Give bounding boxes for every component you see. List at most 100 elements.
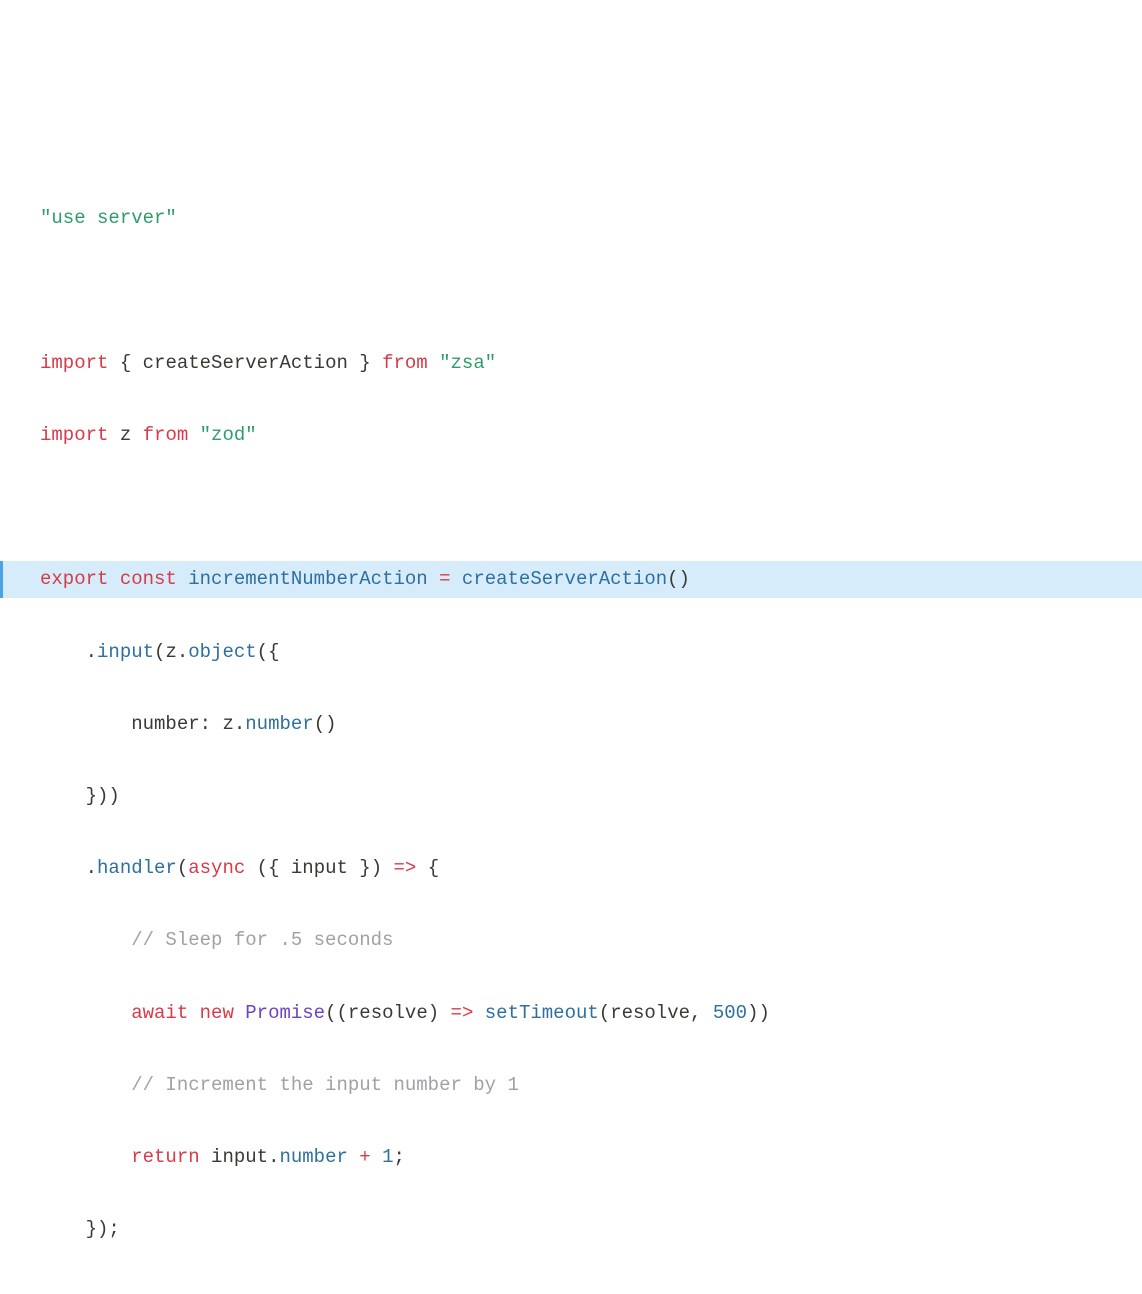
identifier: resolve — [610, 1002, 690, 1024]
space — [131, 424, 142, 446]
punctuation: ( — [154, 641, 165, 663]
space — [428, 568, 439, 590]
keyword-import: import — [40, 424, 108, 446]
method-call: object — [188, 641, 256, 663]
indent — [40, 641, 86, 663]
code-line: await new Promise((resolve) => setTimeou… — [0, 995, 1142, 1031]
keyword-const: const — [120, 568, 177, 590]
code-line: }); — [0, 1211, 1142, 1247]
punctuation: } — [348, 352, 382, 374]
class-name: Promise — [245, 1002, 325, 1024]
punctuation: })) — [86, 785, 120, 807]
comment: // Sleep for .5 seconds — [131, 929, 393, 951]
keyword-await: await — [131, 1002, 188, 1024]
indent — [40, 857, 86, 879]
method-call: number — [245, 713, 313, 735]
string-literal: "zod" — [200, 424, 257, 446]
code-line: .input(z.object({ — [0, 634, 1142, 670]
arrow-operator: => — [451, 1002, 474, 1024]
punctuation: ({ — [257, 857, 291, 879]
space — [177, 568, 188, 590]
number-literal: 500 — [713, 1002, 747, 1024]
space — [108, 424, 119, 446]
punctuation: }) — [348, 857, 394, 879]
punctuation: () — [314, 713, 337, 735]
punctuation: ( — [177, 857, 188, 879]
keyword-from: from — [143, 424, 189, 446]
punctuation: () — [667, 568, 690, 590]
punctuation: }); — [86, 1218, 120, 1240]
code-line: return input.number + 1; — [0, 1139, 1142, 1175]
method-call: handler — [97, 857, 177, 879]
operator: + — [359, 1146, 370, 1168]
punctuation: . — [268, 1146, 279, 1168]
punctuation: ; — [394, 1146, 405, 1168]
code-line: })) — [0, 778, 1142, 814]
number-literal: 1 — [382, 1146, 393, 1168]
operator: = — [439, 568, 450, 590]
keyword-new: new — [200, 1002, 234, 1024]
punctuation: , — [690, 1002, 713, 1024]
definition: incrementNumberAction — [188, 568, 427, 590]
indent — [40, 1218, 86, 1240]
comment: // Increment the input number by 1 — [131, 1074, 519, 1096]
identifier: input — [211, 1146, 268, 1168]
space — [200, 1146, 211, 1168]
punctuation: { — [108, 352, 142, 374]
code-line-empty — [0, 273, 1142, 309]
function-call: setTimeout — [485, 1002, 599, 1024]
punctuation: { — [416, 857, 439, 879]
identifier: input — [291, 857, 348, 879]
code-line: // Increment the input number by 1 — [0, 1067, 1142, 1103]
keyword-async: async — [188, 857, 245, 879]
code-line: // Sleep for .5 seconds — [0, 922, 1142, 958]
punctuation: (( — [325, 1002, 348, 1024]
space — [234, 1002, 245, 1024]
punctuation: . — [177, 641, 188, 663]
keyword-from: from — [382, 352, 428, 374]
code-line-highlighted: export const incrementNumberAction = cre… — [0, 561, 1142, 597]
keyword-import: import — [40, 352, 108, 374]
punctuation: ({ — [257, 641, 280, 663]
code-line: "use server" — [0, 200, 1142, 236]
keyword-export: export — [40, 568, 108, 590]
space — [371, 1146, 382, 1168]
arrow-operator: => — [394, 857, 417, 879]
keyword-return: return — [131, 1146, 199, 1168]
function-call: createServerAction — [462, 568, 667, 590]
identifier: z — [165, 641, 176, 663]
identifier: z — [222, 713, 233, 735]
punctuation: : — [200, 713, 223, 735]
code-line-empty — [0, 489, 1142, 525]
code-line: import z from "zod" — [0, 417, 1142, 453]
property-access: number — [279, 1146, 347, 1168]
punctuation: ( — [599, 1002, 610, 1024]
space — [451, 568, 462, 590]
code-line: import { createServerAction } from "zsa" — [0, 345, 1142, 381]
space — [473, 1002, 484, 1024]
code-line: number: z.number() — [0, 706, 1142, 742]
punctuation: ) — [428, 1002, 451, 1024]
space — [108, 568, 119, 590]
space — [428, 352, 439, 374]
indent — [40, 1074, 131, 1096]
space — [188, 1002, 199, 1024]
code-line: .handler(async ({ input }) => { — [0, 850, 1142, 886]
indent — [40, 1002, 131, 1024]
method-call: input — [97, 641, 154, 663]
identifier: resolve — [348, 1002, 428, 1024]
punctuation: . — [86, 641, 97, 663]
punctuation: )) — [747, 1002, 770, 1024]
code-block: "use server" import { createServerAction… — [0, 164, 1142, 1283]
string-literal: "zsa" — [439, 352, 496, 374]
identifier: z — [120, 424, 131, 446]
space — [245, 857, 256, 879]
indent — [40, 929, 131, 951]
space — [188, 424, 199, 446]
punctuation: . — [234, 713, 245, 735]
indent — [40, 1146, 131, 1168]
indent — [40, 713, 131, 735]
space — [348, 1146, 359, 1168]
punctuation: . — [86, 857, 97, 879]
string-literal: "use server" — [40, 207, 177, 229]
